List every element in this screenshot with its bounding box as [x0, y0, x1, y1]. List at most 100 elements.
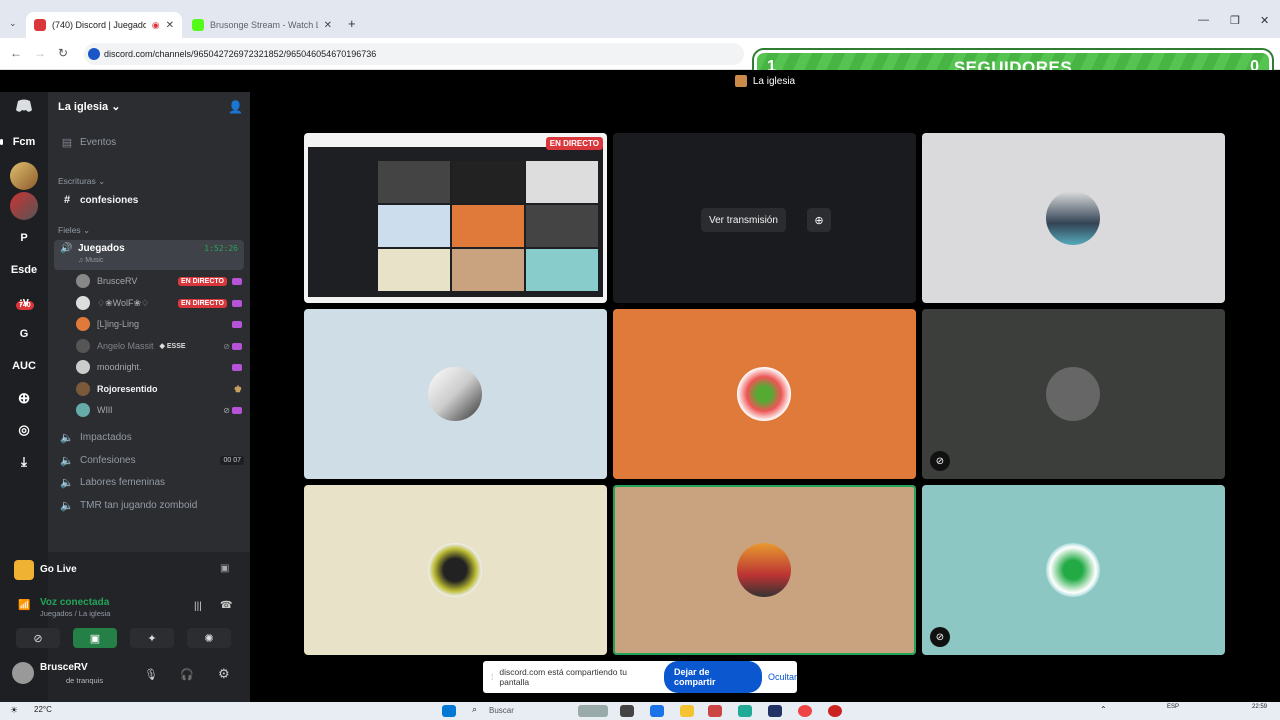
speaker-icon: 🔊 [60, 243, 73, 254]
close-tab-icon[interactable]: ✕ [166, 20, 174, 31]
tray-chevron-icon[interactable]: ⌃ [1100, 705, 1107, 714]
avatar [76, 339, 90, 353]
noise-icon[interactable]: ||| [194, 601, 202, 612]
download-icon[interactable]: ⤓ [6, 448, 42, 476]
folder-icon[interactable] [680, 705, 694, 717]
voice-user[interactable]: BrusceRV EN DIRECTO [76, 272, 242, 290]
edge-icon[interactable] [738, 705, 752, 717]
user-tile[interactable]: ⊘ [922, 485, 1225, 655]
user-tile-speaking[interactable] [613, 485, 916, 655]
voice-location[interactable]: Juegados / La iglesia [40, 609, 110, 618]
go-live-label[interactable]: Go Live [40, 564, 77, 575]
activities-icon[interactable]: ✦ [130, 628, 174, 648]
stream-tile-screen[interactable]: EN DIRECTO [304, 133, 607, 303]
explore-icon[interactable]: ◎ [6, 416, 42, 444]
taskbar-search[interactable]: Buscar [489, 706, 514, 715]
server-fcm[interactable]: Fcm [0, 128, 42, 156]
forward-icon[interactable]: → [34, 46, 46, 60]
calendar-icon: ▤ [61, 136, 73, 149]
category-fieles[interactable]: Fieles ⌄ [58, 225, 90, 236]
server-auc[interactable]: AUC [6, 352, 42, 380]
events-item[interactable]: ▤ Eventos [54, 132, 244, 152]
url-field[interactable]: discord.com/channels/965042726972321852/… [84, 43, 744, 65]
user-tile[interactable]: ⊘ [922, 309, 1225, 479]
category-escrituras[interactable]: Escrituras ⌄ [58, 176, 105, 187]
voice-user[interactable]: WIlI ⊘ [76, 401, 242, 419]
server-p[interactable]: P [6, 224, 42, 252]
tab-discord[interactable]: (740) Discord | Juegados | La ◉ ✕ [26, 12, 182, 38]
channel-confesiones[interactable]: # confesiones [54, 190, 244, 210]
voice-channel-juegados[interactable]: 🔊 Juegados 1:52:26 ♫ Music [54, 240, 244, 270]
voice-user[interactable]: Rojoresentido ♚ [76, 380, 242, 398]
camera-toggle-icon[interactable]: ⊘ [16, 628, 60, 648]
self-avatar[interactable] [12, 662, 34, 684]
mic-icon[interactable]: 🎙 [144, 668, 158, 681]
user-tile[interactable] [922, 133, 1225, 303]
popout-icon[interactable]: ▣ [220, 563, 229, 574]
server-avatar[interactable] [10, 192, 38, 220]
invite-user-icon[interactable]: 👤 [228, 100, 243, 114]
taskview-icon[interactable] [620, 705, 634, 717]
add-server-icon[interactable]: ⊕ [6, 384, 42, 412]
voice-channel-label: Impactados [80, 431, 132, 443]
disconnect-icon[interactable]: ☎ [220, 600, 232, 611]
new-tab-icon[interactable]: + [348, 16, 356, 31]
user-tile[interactable] [304, 485, 607, 655]
tab-search-icon[interactable]: ⌄ [9, 18, 17, 29]
taskbar-app-icon[interactable] [650, 705, 664, 717]
user-tile[interactable] [304, 309, 607, 479]
voice-user[interactable]: moodnight. [76, 358, 242, 376]
stream-tile-hidden[interactable]: Ver transmisión ⊕ [613, 133, 916, 303]
store-icon[interactable] [768, 705, 782, 717]
back-icon[interactable]: ← [10, 46, 22, 60]
stop-sharing-button[interactable]: Dejar de compartir [663, 661, 762, 693]
close-tab-icon[interactable]: ✕ [324, 20, 332, 31]
live-badge: EN DIRECTO [177, 276, 227, 286]
user-name: ♢❀WolF❀♢ [97, 297, 150, 308]
self-username: BrusceRV [40, 662, 88, 673]
server-v[interactable]: :v [6, 288, 42, 316]
channel-title: La iglesia [752, 75, 796, 87]
headset-icon[interactable]: 🎧 [180, 668, 194, 681]
go-live-icon[interactable] [14, 560, 34, 580]
soundboard-icon[interactable]: ✺ [187, 628, 231, 648]
restore-icon[interactable]: ❐ [1230, 14, 1240, 27]
clock-time[interactable]: 22:59 [1252, 704, 1267, 710]
tab-kick[interactable]: Brusonge Stream - Watch Live ✕ [184, 12, 340, 38]
chrome-icon[interactable] [798, 705, 812, 717]
settings-gear-icon[interactable]: ⚙ [218, 666, 230, 682]
server-g[interactable]: G [6, 320, 42, 348]
voice-user[interactable]: ♢❀WolF❀♢ EN DIRECTO [76, 294, 242, 312]
weather-temp[interactable]: 22°C [34, 705, 52, 714]
start-icon[interactable] [442, 705, 456, 717]
hide-button[interactable]: Ocultar [768, 672, 797, 682]
voice-channel-confesiones[interactable]: 🔈 Confesiones 00 07 [54, 450, 244, 470]
app-icon[interactable] [828, 705, 842, 717]
taskbar-app-icon[interactable] [578, 705, 608, 717]
taskbar-app-icon[interactable] [708, 705, 722, 717]
language-indicator[interactable]: ESP [1167, 704, 1179, 710]
guild-header[interactable]: La iglesia ⌄ [58, 100, 120, 113]
drag-handle-icon[interactable]: ⁞ [491, 672, 493, 682]
signal-icon: 📶 [18, 600, 31, 611]
voice-user[interactable]: Angelo Massit ◆ ESSE ⊘ [76, 337, 242, 355]
tab-title: (740) Discord | Juegados | La [52, 20, 146, 30]
reload-icon[interactable]: ↻ [58, 46, 68, 60]
server-avatar[interactable] [10, 162, 38, 190]
voice-user[interactable]: [L]ing-Ling [76, 315, 242, 333]
voice-channel-tmr[interactable]: 🔈 TMR tan jugando zomboid [54, 495, 244, 515]
weather-icon[interactable]: ☀ [10, 705, 18, 716]
voice-channel-labores[interactable]: 🔈 Labores femeninas [54, 472, 244, 492]
watch-stream-button[interactable]: Ver transmisión [701, 208, 786, 232]
site-info-icon[interactable] [88, 48, 100, 60]
voice-status[interactable]: Voz conectada [40, 597, 109, 608]
window-close-icon[interactable]: ✕ [1260, 14, 1269, 27]
voice-channel-impactados[interactable]: 🔈 Impactados [54, 427, 244, 447]
server-esde[interactable]: Esde [6, 256, 42, 284]
discord-home-icon[interactable] [6, 92, 42, 120]
screen-share-icon[interactable]: ▣ [73, 628, 117, 648]
watch-stream-icon[interactable]: ⊕ [807, 208, 831, 232]
user-tile[interactable] [613, 309, 916, 479]
search-icon[interactable]: ⌕ [472, 704, 477, 715]
minimize-icon[interactable]: — [1198, 14, 1209, 26]
